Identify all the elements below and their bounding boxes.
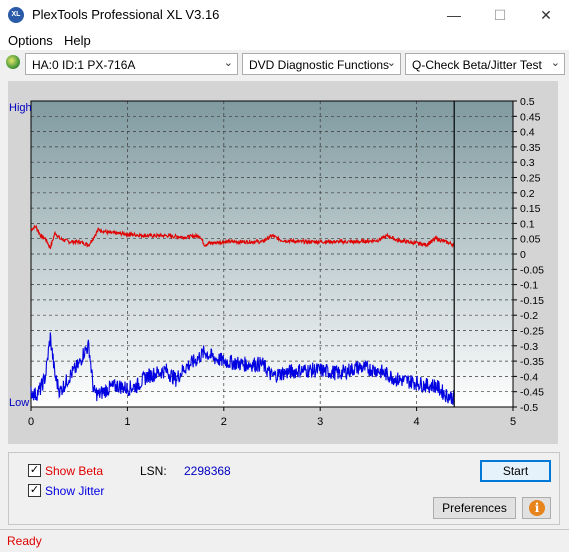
y-tick-label: 0.2 — [520, 188, 535, 200]
beta-jitter-chart: 0.5 0.45 0.4 0.35 0.3 0.25 0.2 0.15 0.1 0.05 0 -0.0… — [9, 96, 544, 428]
y-tick-label: 0.4 — [520, 127, 535, 139]
x-tick-label: 1 — [124, 416, 130, 428]
function-select[interactable]: DVD Diagnostic Functions ⌄ — [242, 53, 401, 75]
x-tick-label: 5 — [510, 416, 516, 428]
options-panel: ✓ Show Beta ✓ Show Jitter LSN: 2298368 S… — [8, 452, 560, 525]
info-icon: i — [529, 500, 545, 516]
y-tick-label: 0.3 — [520, 157, 535, 169]
y-tick-label: -0.35 — [520, 356, 544, 368]
y-tick-label: -0.4 — [520, 371, 538, 383]
x-tick-label: 3 — [317, 416, 323, 428]
y-tick-label: -0.05 — [520, 264, 544, 276]
y-tick-label: 0.05 — [520, 234, 541, 246]
y-tick-label: 0.35 — [520, 142, 541, 154]
toolbar: HA:0 ID:1 PX-716A ⌄ DVD Diagnostic Funct… — [0, 51, 569, 79]
y-tick-label: 0 — [520, 249, 526, 261]
y-tick-label: 0.1 — [520, 218, 535, 230]
check-mark-icon: ✓ — [29, 464, 40, 476]
check-mark-icon: ✓ — [29, 484, 40, 496]
lsn-value: 2298368 — [184, 464, 231, 478]
x-tick-label: 4 — [414, 416, 420, 428]
preferences-button[interactable]: Preferences — [433, 497, 516, 519]
start-button[interactable]: Start — [480, 460, 551, 482]
y-tick-label: 0.45 — [520, 111, 541, 123]
y-tick-label: -0.3 — [520, 341, 538, 353]
window-title: PlexTools Professional XL V3.16 — [32, 7, 220, 22]
lsn-label: LSN: — [140, 464, 167, 478]
y-tick-label: -0.5 — [520, 402, 538, 414]
test-select-value: Q-Check Beta/Jitter Test — [412, 58, 542, 72]
y-tick-label: -0.2 — [520, 310, 538, 322]
y-tick-label: -0.25 — [520, 326, 544, 338]
minimize-button[interactable]: — — [431, 0, 477, 30]
x-tick-label: 2 — [221, 416, 227, 428]
test-select[interactable]: Q-Check Beta/Jitter Test ⌄ — [405, 53, 565, 75]
chart-panel: 0.5 0.45 0.4 0.35 0.3 0.25 0.2 0.15 0.1 0.05 0 -0.0… — [8, 81, 558, 444]
function-select-value: DVD Diagnostic Functions — [249, 58, 390, 72]
show-jitter-checkbox[interactable]: ✓ — [28, 484, 41, 497]
y-tick-label: -0.1 — [520, 280, 538, 292]
status-text: Ready — [7, 534, 42, 548]
y-tick-label: 0.5 — [520, 96, 535, 108]
y-tick-label: -0.15 — [520, 295, 544, 307]
close-button[interactable]: ✕ — [523, 0, 569, 30]
show-beta-label[interactable]: Show Beta — [45, 464, 103, 478]
x-tick-label: 0 — [28, 416, 34, 428]
show-jitter-label[interactable]: Show Jitter — [45, 484, 104, 498]
chevron-down-icon: ⌄ — [386, 57, 396, 69]
drive-select[interactable]: HA:0 ID:1 PX-716A ⌄ — [25, 53, 238, 75]
drive-icon — [6, 55, 20, 69]
y-tick-label: 0.25 — [520, 173, 541, 185]
menu-bar: Options Help — [0, 30, 569, 50]
chevron-down-icon: ⌄ — [550, 57, 560, 69]
menu-help[interactable]: Help — [64, 33, 91, 48]
high-label: High — [9, 102, 32, 114]
show-beta-checkbox[interactable]: ✓ — [28, 464, 41, 477]
y-tick-label: -0.45 — [520, 387, 544, 399]
y-tick-label: 0.15 — [520, 203, 541, 215]
info-button[interactable]: i — [522, 497, 551, 519]
app-logo-icon: XL — [8, 7, 24, 23]
menu-options[interactable]: Options — [8, 33, 53, 48]
status-bar: Ready — [0, 529, 569, 552]
maximize-button[interactable]: ☐ — [477, 0, 523, 30]
chevron-down-icon: ⌄ — [223, 57, 233, 69]
drive-select-value: HA:0 ID:1 PX-716A — [32, 58, 136, 72]
title-bar: XL PlexTools Professional XL V3.16 — ☐ ✕ — [0, 0, 569, 30]
low-label: Low — [9, 397, 29, 409]
